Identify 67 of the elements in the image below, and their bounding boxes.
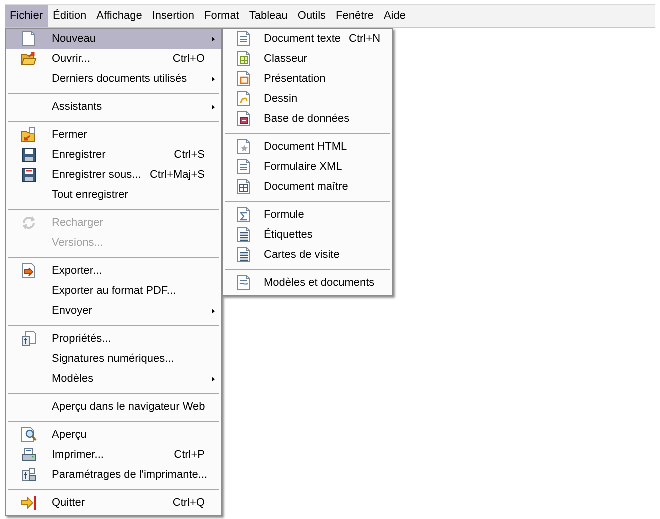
menu-item[interactable]: Fermer bbox=[6, 125, 221, 145]
menu-item[interactable]: Enregistrer Ctrl+S bbox=[6, 145, 221, 165]
text-document-icon bbox=[236, 31, 252, 47]
menu-item[interactable]: Formule bbox=[223, 205, 392, 225]
menu-item[interactable]: Envoyer bbox=[6, 301, 221, 321]
menu-item[interactable]: Assistants bbox=[6, 97, 221, 117]
menu-item[interactable]: Classeur bbox=[223, 49, 392, 69]
menu-item[interactable]: Signatures numériques... bbox=[6, 349, 221, 369]
menu-item[interactable]: Tout enregistrer bbox=[6, 185, 221, 205]
menu-item[interactable]: Quitter Ctrl+Q bbox=[6, 493, 221, 513]
printer-icon bbox=[21, 467, 37, 483]
template-document-icon bbox=[236, 275, 252, 291]
properties-icon bbox=[21, 331, 37, 347]
submenu-arrow-icon bbox=[212, 76, 215, 82]
drawing-document-icon bbox=[236, 91, 252, 107]
menu-item[interactable]: Imprimer... Ctrl+P bbox=[6, 445, 221, 465]
menu-item[interactable]: Étiquettes bbox=[223, 225, 392, 245]
magnifier-icon bbox=[21, 427, 37, 443]
menu-item[interactable]: Paramétrages de l'imprimante... bbox=[6, 465, 221, 485]
menu-item[interactable]: Base de données bbox=[223, 109, 392, 129]
menu-item[interactable]: Document texte Ctrl+N bbox=[223, 29, 392, 49]
menu-item[interactable]: Exporter au format PDF... bbox=[6, 281, 221, 301]
database-document-icon bbox=[236, 111, 252, 127]
menu-item[interactable]: Formulaire XML bbox=[223, 157, 392, 177]
menu-bar-item[interactable]: Tableau bbox=[244, 5, 293, 27]
menu-item[interactable]: Modèles et documents bbox=[223, 273, 392, 293]
menu-bar-item[interactable]: Édition bbox=[48, 5, 92, 27]
formula-document-icon bbox=[236, 207, 252, 223]
submenu-arrow-icon bbox=[212, 376, 215, 382]
menu-item[interactable]: Ouvrir... Ctrl+O bbox=[6, 49, 221, 69]
labels-document-icon bbox=[236, 227, 252, 243]
submenu-arrow-icon bbox=[212, 36, 215, 42]
menu-bar-item[interactable]: Aide bbox=[378, 5, 411, 27]
menu-bar-item[interactable]: Outils bbox=[292, 5, 332, 27]
presentation-document-icon bbox=[236, 71, 252, 87]
labels-document-icon bbox=[236, 247, 252, 263]
spreadsheet-document-icon bbox=[236, 51, 252, 67]
submenu-arrow-icon bbox=[212, 308, 215, 314]
menu-item[interactable]: Nouveau bbox=[6, 29, 221, 49]
open-folder-icon bbox=[21, 51, 37, 67]
menu-bar-item[interactable]: Fenêtre bbox=[331, 5, 379, 27]
menu-bar-item[interactable]: Insertion bbox=[147, 5, 200, 27]
menu-item[interactable]: Dessin bbox=[223, 89, 392, 109]
menu-item[interactable]: Exporter... bbox=[6, 261, 221, 281]
document-icon bbox=[21, 31, 37, 47]
menu-bar-item[interactable]: Format bbox=[200, 5, 244, 27]
menu-bar-item[interactable]: Fichier bbox=[5, 5, 48, 27]
text-document-icon bbox=[236, 159, 252, 175]
menu-item[interactable]: Enregistrer sous... Ctrl+Maj+S bbox=[6, 165, 221, 185]
master-document-icon bbox=[236, 179, 252, 195]
reload-icon bbox=[21, 215, 37, 231]
menu-item[interactable]: Propriétés... bbox=[6, 329, 221, 349]
menu-item[interactable]: Modèles bbox=[6, 369, 221, 389]
web-document-icon bbox=[236, 139, 252, 155]
menu-item[interactable]: Document HTML bbox=[223, 137, 392, 157]
menu-item[interactable]: Aperçu bbox=[6, 425, 221, 445]
exit-icon bbox=[21, 495, 37, 511]
menu-item[interactable]: Document maître bbox=[223, 177, 392, 197]
printer-icon bbox=[21, 447, 37, 463]
menu-item[interactable]: Présentation bbox=[223, 69, 392, 89]
submenu-arrow-icon bbox=[212, 104, 215, 110]
export-icon bbox=[21, 263, 37, 279]
folder-icon bbox=[21, 127, 37, 143]
menu-bar-item[interactable]: Affichage bbox=[92, 5, 148, 27]
menu-item[interactable]: Cartes de visite bbox=[223, 245, 392, 265]
menu-item[interactable]: Aperçu dans le navigateur Web bbox=[6, 397, 221, 417]
menu-item[interactable]: Derniers documents utilisés bbox=[6, 69, 221, 89]
